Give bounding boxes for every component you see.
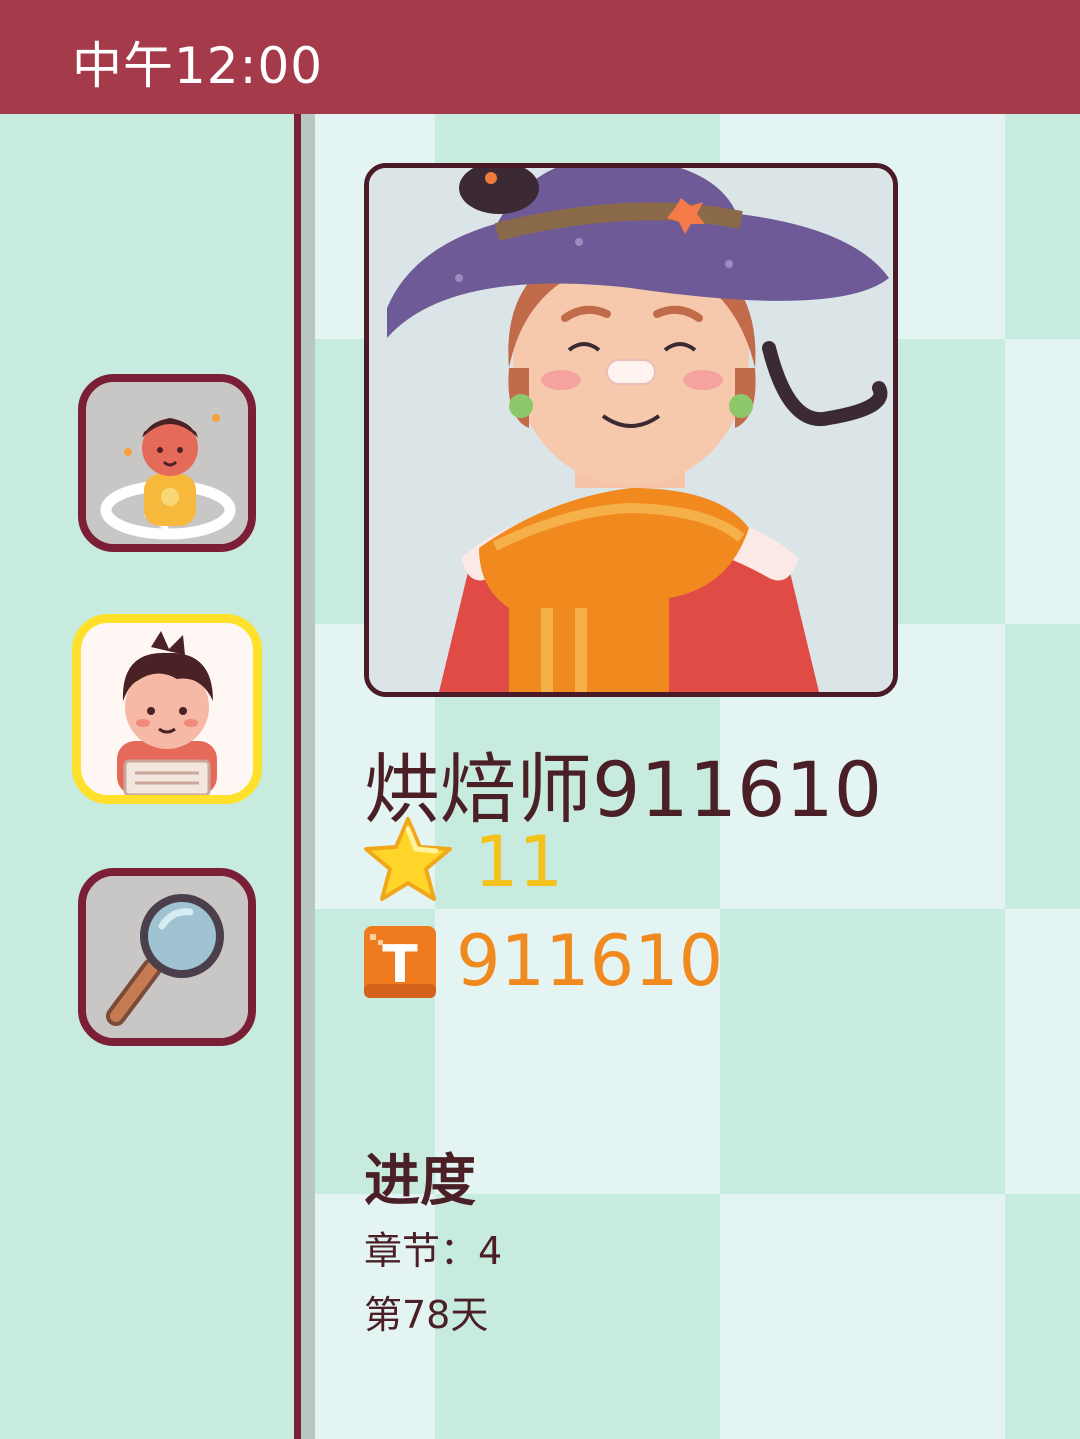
profile-button[interactable] bbox=[72, 614, 262, 804]
star-count: 11 bbox=[474, 821, 564, 903]
badge-letter: T bbox=[382, 935, 418, 995]
search-button[interactable] bbox=[78, 868, 256, 1046]
sidebar-divider bbox=[294, 114, 301, 1439]
player-id: 911610 bbox=[456, 920, 724, 1002]
character-portrait bbox=[364, 163, 898, 697]
divider-shadow bbox=[301, 114, 315, 1439]
status-bar: 中午12:00 bbox=[0, 0, 1080, 114]
witch-character-image bbox=[369, 168, 893, 692]
search-icon bbox=[86, 876, 248, 1038]
profile-icon bbox=[81, 623, 253, 795]
t-badge-icon: T bbox=[364, 926, 436, 998]
chapter-text: 章节：4 bbox=[364, 1229, 503, 1273]
rotate-character-icon bbox=[86, 382, 248, 544]
star-icon bbox=[364, 817, 452, 901]
day-text: 第78天 bbox=[364, 1293, 489, 1337]
progress-title: 进度 bbox=[364, 1149, 476, 1214]
clock-time: 中午12:00 bbox=[72, 37, 324, 95]
rotate-character-button[interactable] bbox=[78, 374, 256, 552]
